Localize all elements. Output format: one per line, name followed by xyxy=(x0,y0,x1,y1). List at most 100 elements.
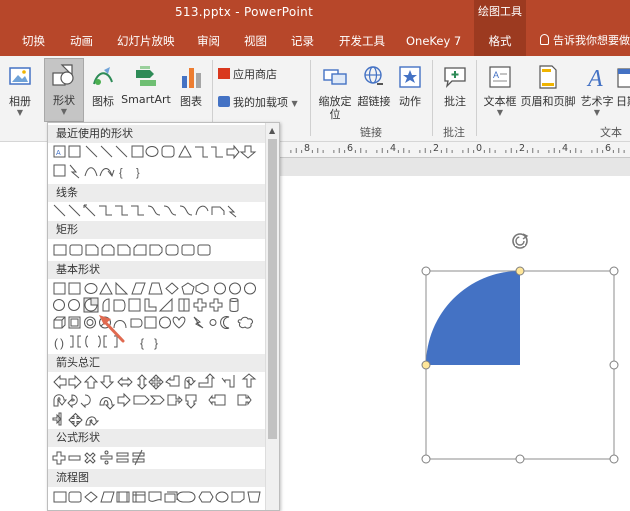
block-arrows-row[interactable] xyxy=(53,392,252,410)
rectangles-row[interactable] xyxy=(53,244,211,256)
store-button[interactable]: 应用商店 xyxy=(218,66,277,84)
basic-shapes-row[interactable] xyxy=(53,297,239,313)
svg-text:(: ( xyxy=(54,336,58,350)
ruler-label: 6 xyxy=(605,143,612,154)
shapes-button[interactable]: 形状 ▼ xyxy=(44,58,84,122)
horizontal-ruler: 8 6 4 2 0 2 4 6 xyxy=(280,142,630,158)
tab-4[interactable]: 视图 xyxy=(244,26,267,56)
header-footer-icon xyxy=(539,65,557,89)
tell-me-text: 告诉我你想要做什 xyxy=(553,34,630,47)
chart-button[interactable]: 图表 xyxy=(174,62,208,122)
block-arrows-row[interactable] xyxy=(52,412,100,428)
tab-3[interactable]: 审阅 xyxy=(197,26,220,56)
datetime-label: 日期 xyxy=(616,95,630,108)
action-label: 动作 xyxy=(399,95,421,108)
basic-shapes-row[interactable] xyxy=(53,281,256,295)
ruler-ticks xyxy=(290,148,625,153)
rotate-handle[interactable] xyxy=(512,233,529,249)
icons-icon xyxy=(93,67,113,85)
smartart-button[interactable]: SmartArt xyxy=(121,62,171,122)
icons-label: 图标 xyxy=(92,95,114,108)
tab-8[interactable]: 格式 xyxy=(474,26,526,56)
photo-album-button[interactable]: 相册 ▼ xyxy=(2,62,38,122)
group-label-comments: 批注 xyxy=(443,126,465,139)
calendar-icon xyxy=(617,68,630,88)
svg-text:A: A xyxy=(586,66,603,90)
pie-shape[interactable] xyxy=(426,271,520,365)
block-arrows-row[interactable] xyxy=(53,373,257,390)
ruler-label: 4 xyxy=(390,143,397,154)
zoom-button[interactable]: 缩放定 位 xyxy=(315,62,355,122)
zoom-label-2: 位 xyxy=(329,108,341,121)
shapes-gallery-icons: A { } () {} xyxy=(52,144,261,503)
tell-me-box[interactable]: 告诉我你想要做什 xyxy=(540,26,630,56)
ruler-label: 2 xyxy=(519,143,526,154)
svg-text:A: A xyxy=(493,70,499,80)
ruler-label: 8 xyxy=(304,143,311,154)
tab-5[interactable]: 记录 xyxy=(291,26,314,56)
group-label-text: 文本 xyxy=(600,126,622,139)
wordart-label: 艺术字 xyxy=(580,95,614,108)
chevron-down-icon: ▼ xyxy=(593,108,601,117)
chevron-down-icon: ▼ xyxy=(496,108,504,117)
pointer-arrow-annotation xyxy=(99,315,125,343)
photo-album-label: 相册 xyxy=(9,95,31,108)
textbox-button[interactable]: A 文本框 ▼ xyxy=(480,62,520,122)
smartart-label: SmartArt xyxy=(121,93,171,106)
header-footer-label: 页眉和页脚 xyxy=(520,95,576,108)
comment-label: 批注 xyxy=(444,95,466,108)
tab-2[interactable]: 幻灯片放映 xyxy=(117,26,175,56)
contextual-tab-group-label: 绘图工具 xyxy=(474,0,526,26)
equation-shapes-row[interactable] xyxy=(52,449,145,466)
ruler-label: 6 xyxy=(347,143,354,154)
tab-6[interactable]: 开发工具 xyxy=(339,26,385,56)
shapes-label: 形状 xyxy=(53,94,75,107)
title-bar: 513.pptx - PowerPoint 绘图工具 xyxy=(0,0,630,26)
icons-button[interactable]: 图标 xyxy=(88,62,118,122)
svg-text:}: } xyxy=(136,167,140,179)
header-footer-button[interactable]: 页眉和页脚 xyxy=(520,62,576,122)
group-label-links: 链接 xyxy=(360,126,382,139)
action-star-icon xyxy=(399,66,421,88)
zoom-label: 缩放定 xyxy=(318,95,352,108)
addins-icon xyxy=(218,96,230,107)
window-title: 513.pptx - PowerPoint xyxy=(175,5,314,19)
lines-row[interactable] xyxy=(53,204,237,218)
store-icon xyxy=(218,68,230,79)
smartart-icon xyxy=(136,66,156,86)
flowchart-row[interactable] xyxy=(53,491,261,503)
scrollbar-thumb[interactable] xyxy=(268,139,277,439)
wordart-button[interactable]: A 艺术字 ▼ xyxy=(578,62,616,122)
slide[interactable] xyxy=(280,176,630,511)
tab-0[interactable]: 切换 xyxy=(22,26,45,56)
ruler-label: 0 xyxy=(476,143,483,154)
store-label: 应用商店 xyxy=(233,68,277,81)
hyperlink-button[interactable]: 超链接 xyxy=(354,62,394,122)
my-addins-button[interactable]: 我的加载项 ▼ xyxy=(218,94,298,112)
zoom-icon xyxy=(323,69,347,85)
recent-shapes-row[interactable]: A xyxy=(53,144,257,160)
chevron-down-icon: ▼ xyxy=(16,108,24,117)
datetime-button[interactable]: 日期 xyxy=(616,62,630,122)
ribbon-separator xyxy=(432,60,433,136)
ribbon-separator xyxy=(476,60,477,136)
ribbon-separator xyxy=(310,60,311,136)
panel-scrollbar[interactable]: ▲ xyxy=(265,123,279,510)
recent-shapes-row[interactable]: { } xyxy=(53,164,140,179)
shapes-gallery-panel: 最近使用的形状 线条 矩形 基本形状 箭头总汇 公式形状 流程图 A {} (… xyxy=(47,122,280,511)
wordart-icon: A xyxy=(586,66,603,92)
tab-1[interactable]: 动画 xyxy=(70,26,93,56)
shapes-icon xyxy=(52,64,74,86)
globe-link-icon xyxy=(364,66,383,85)
scroll-up-icon[interactable]: ▲ xyxy=(269,126,275,135)
chart-label: 图表 xyxy=(180,95,202,108)
comment-button[interactable]: 批注 xyxy=(438,62,472,122)
hyperlink-label: 超链接 xyxy=(357,95,391,108)
svg-text:A: A xyxy=(56,150,61,157)
action-button[interactable]: 动作 xyxy=(394,62,426,122)
chevron-down-icon: ▼ xyxy=(60,107,68,116)
textbox-icon: A xyxy=(489,66,511,88)
my-addins-label: 我的加载项 xyxy=(233,96,288,109)
chevron-down-icon: ▼ xyxy=(291,99,298,108)
tab-7[interactable]: OneKey 7 xyxy=(406,26,461,56)
